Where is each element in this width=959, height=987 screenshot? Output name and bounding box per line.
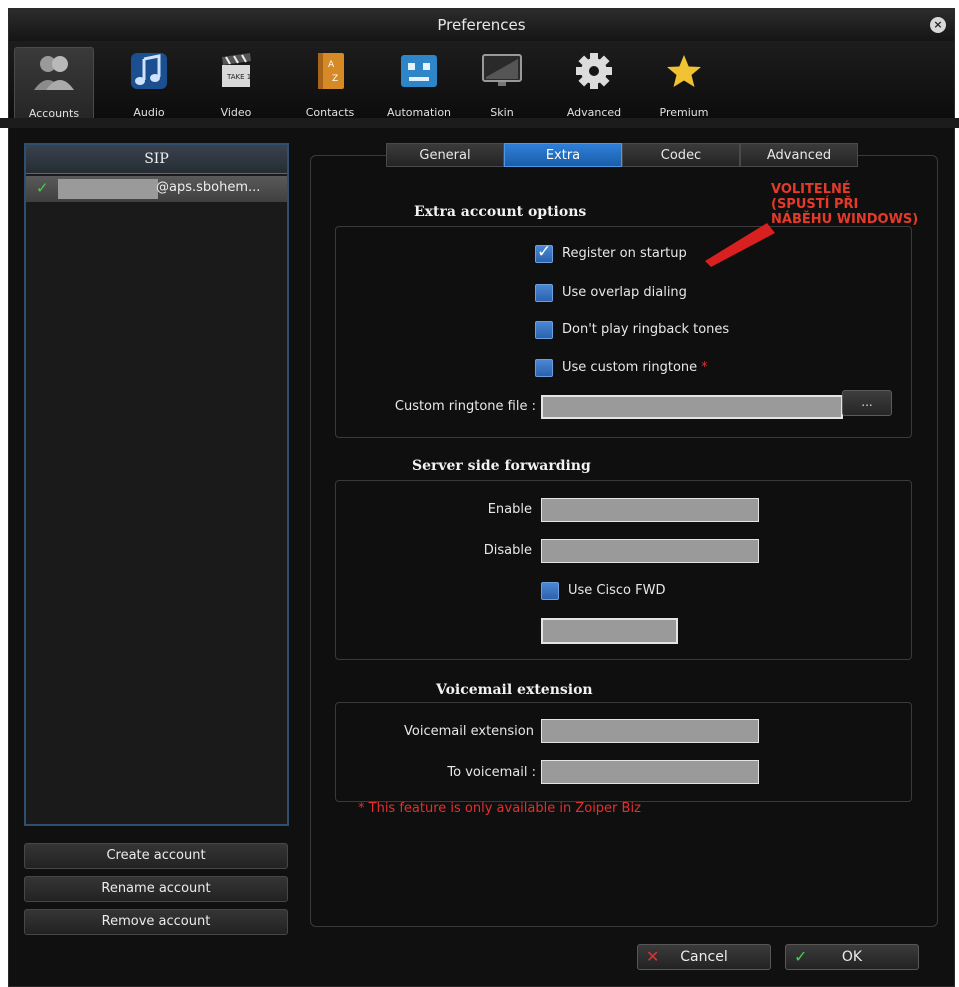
- biz-feature-note: * This feature is only available in Zoip…: [358, 801, 641, 816]
- toolbar-skin[interactable]: Skin: [472, 47, 532, 123]
- toolbar-audio[interactable]: Audio: [114, 47, 184, 123]
- section-title-extra: Extra account options: [414, 204, 587, 220]
- voicemail-group: [335, 702, 912, 802]
- ok-button[interactable]: ✓ OK: [785, 944, 919, 970]
- checkbox-label: Use overlap dialing: [562, 285, 687, 300]
- account-list-header: SIP: [26, 145, 287, 174]
- section-title-forwarding: Server side forwarding: [412, 458, 591, 474]
- star-icon: [667, 55, 701, 87]
- svg-text:TAKE 1: TAKE 1: [226, 73, 251, 81]
- enable-field[interactable]: [541, 498, 759, 522]
- tab-extra[interactable]: Extra: [504, 143, 622, 167]
- rename-account-button[interactable]: Rename account: [24, 876, 288, 902]
- section-title-voicemail: Voicemail extension: [436, 682, 593, 698]
- tab-general[interactable]: General: [386, 143, 504, 167]
- checkbox-label: Use custom ringtone *: [562, 360, 708, 375]
- checkbox-label: Register on startup: [562, 246, 687, 261]
- toolbar-premium[interactable]: Premium: [651, 47, 717, 123]
- address-book-icon: A Z: [318, 53, 344, 89]
- toolbar-contacts[interactable]: A Z Contacts: [294, 47, 366, 123]
- voicemail-extension-label: Voicemail extension: [404, 724, 534, 739]
- cisco-fwd-field[interactable]: [541, 618, 678, 644]
- enable-label: Enable: [487, 502, 532, 517]
- to-voicemail-label: To voicemail :: [447, 765, 536, 780]
- checkbox-box: ✓: [535, 242, 553, 263]
- account-name: @aps.sbohem...: [156, 180, 261, 195]
- list-item[interactable]: ✓ @aps.sbohem...: [26, 176, 287, 202]
- toolbar-accounts[interactable]: Accounts: [14, 47, 94, 125]
- disable-field[interactable]: [541, 539, 759, 563]
- tab-codec[interactable]: Codec: [622, 143, 740, 167]
- window-title: Preferences: [437, 16, 526, 34]
- disable-label: Disable: [483, 543, 532, 558]
- toolbar-automation[interactable]: Automation: [379, 47, 459, 123]
- checkbox-box: [535, 321, 553, 339]
- to-voicemail-field[interactable]: [541, 760, 759, 784]
- remove-account-button[interactable]: Remove account: [24, 909, 288, 935]
- checkbox-label: Don't play ringback tones: [562, 322, 730, 337]
- voicemail-extension-field[interactable]: [541, 719, 759, 743]
- ringtone-file-field[interactable]: [541, 395, 843, 419]
- clapperboard-icon: TAKE 1: [222, 53, 251, 87]
- svg-text:A: A: [328, 60, 335, 70]
- close-button[interactable]: ×: [930, 17, 946, 33]
- checkbox-box: [541, 582, 559, 600]
- close-icon: ×: [933, 18, 943, 31]
- music-note-icon: [131, 53, 167, 89]
- checkbox-label: Use Cisco FWD: [568, 583, 666, 598]
- robot-icon: [401, 55, 437, 87]
- toolbar-separator: [0, 118, 959, 128]
- accounts-icon: [34, 56, 74, 90]
- redacted-username: [58, 179, 158, 199]
- premium-asterisk: *: [701, 360, 708, 375]
- settings-tabs: General Extra Codec Advanced: [386, 143, 858, 169]
- cancel-button[interactable]: ✕ Cancel: [637, 944, 771, 970]
- gear-icon: [576, 53, 612, 89]
- ringtone-file-label: Custom ringtone file :: [394, 399, 536, 414]
- toolbar-video[interactable]: TAKE 1 Video: [201, 47, 271, 123]
- toolbar-advanced[interactable]: Advanced: [559, 47, 629, 123]
- checkbox-box: [535, 284, 553, 302]
- tab-advanced[interactable]: Advanced: [740, 143, 858, 167]
- checkmark-icon: ✓: [537, 242, 552, 262]
- preferences-toolbar: Accounts Audio TAKE 1 Video A Z Contacts…: [9, 41, 954, 126]
- browse-button[interactable]: ...: [842, 390, 892, 416]
- monitor-icon: [482, 54, 522, 86]
- create-account-button[interactable]: Create account: [24, 843, 288, 869]
- title-bar: Preferences ×: [9, 9, 954, 41]
- annotation-text: VOLITELNÉ (SPUSTÍ PŘI NÁBĚHU WINDOWS): [771, 182, 919, 227]
- check-icon: ✓: [36, 179, 49, 197]
- checkbox-box: [535, 359, 553, 377]
- annotation-arrow-icon: [705, 223, 775, 267]
- svg-text:Z: Z: [332, 74, 338, 84]
- account-list[interactable]: SIP ✓ @aps.sbohem...: [24, 143, 289, 826]
